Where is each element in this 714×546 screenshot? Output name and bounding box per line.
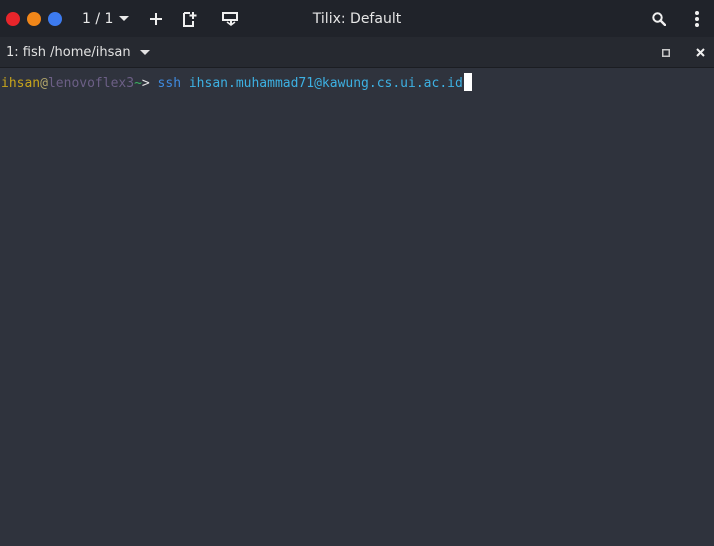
add-terminal-button[interactable]: [179, 8, 201, 30]
close-terminal-button[interactable]: [690, 43, 710, 63]
terminal-title-menu[interactable]: 1: fish /home/ihsan: [6, 45, 150, 60]
terminal-title: 1: fish /home/ihsan: [6, 44, 131, 60]
menu-button[interactable]: [686, 8, 708, 30]
window-controls: [6, 11, 69, 26]
session-counter: 1 / 1: [82, 10, 114, 27]
split-add-icon: [183, 11, 197, 27]
session-switcher-button[interactable]: 1 / 1: [82, 6, 130, 32]
search-icon: [652, 11, 666, 26]
tilix-window: 1 / 1 Tilix: Default 1: fish /home/ihsan…: [0, 0, 714, 546]
close-icon: [695, 48, 705, 57]
prompt-symbol: >: [141, 76, 158, 91]
sync-icon: [222, 11, 239, 26]
chevron-down-icon: [139, 49, 150, 55]
terminal-actions: [656, 37, 714, 68]
command-space: [181, 76, 189, 91]
header-actions: [648, 0, 714, 37]
prompt-line: ihsan@lenovoflex3~> ssh ihsan.muhammad71…: [1, 73, 472, 92]
maximize-window-button[interactable]: [48, 11, 62, 26]
header-bar: 1 / 1 Tilix: Default: [0, 0, 714, 37]
prompt-host: lenovoflex3: [47, 76, 135, 91]
maximize-icon: [662, 48, 670, 57]
prompt-cwd: ~: [134, 76, 142, 91]
minimize-window-button[interactable]: [27, 11, 41, 26]
text-cursor: [463, 73, 472, 91]
close-window-button[interactable]: [6, 11, 20, 26]
terminal-output[interactable]: ihsan@lenovoflex3~> ssh ihsan.muhammad71…: [0, 68, 714, 546]
kebab-menu-icon: [695, 10, 699, 27]
plus-icon: [150, 12, 163, 25]
prompt-user: ihsan: [1, 76, 41, 91]
chevron-down-icon: [119, 16, 130, 21]
prompt-at: @: [40, 76, 48, 91]
command-name: ssh: [157, 76, 182, 91]
sync-input-button[interactable]: [219, 8, 241, 30]
terminal-title-bar: 1: fish /home/ihsan: [0, 37, 714, 68]
add-session-button[interactable]: [145, 8, 167, 30]
command-argument: ihsan.muhammad71@kawung.cs.ui.ac.id: [188, 76, 463, 91]
search-button[interactable]: [648, 8, 670, 30]
maximize-terminal-button[interactable]: [656, 43, 676, 63]
